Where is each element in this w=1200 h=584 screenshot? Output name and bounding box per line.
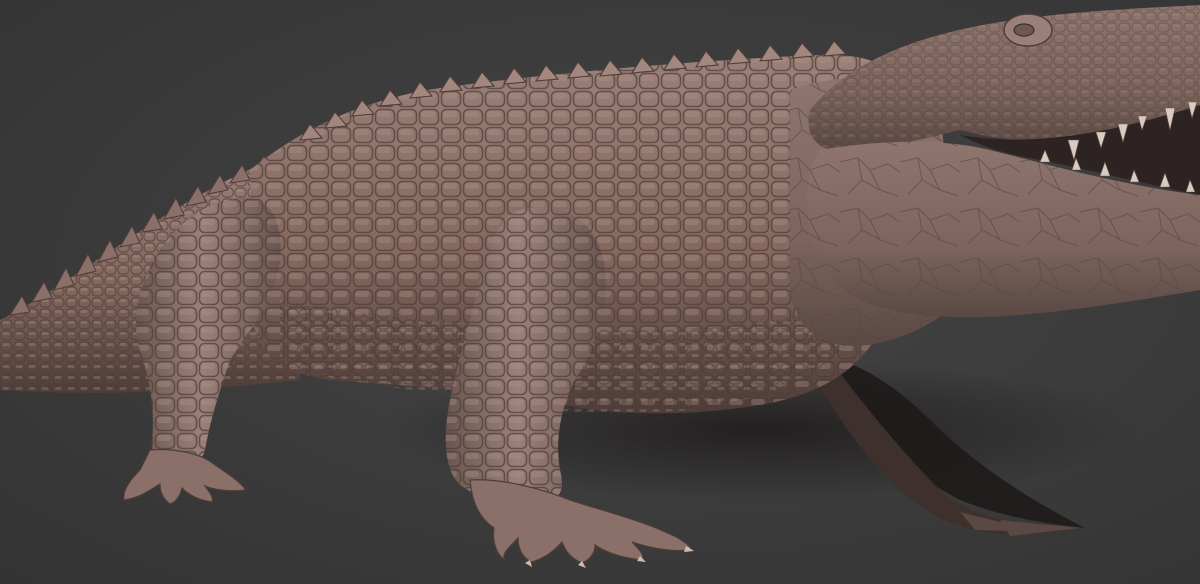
eye (1013, 23, 1035, 37)
sculpt-viewport (0, 0, 1200, 584)
crocodile-render (0, 5, 1200, 568)
hind-foot (123, 448, 248, 505)
